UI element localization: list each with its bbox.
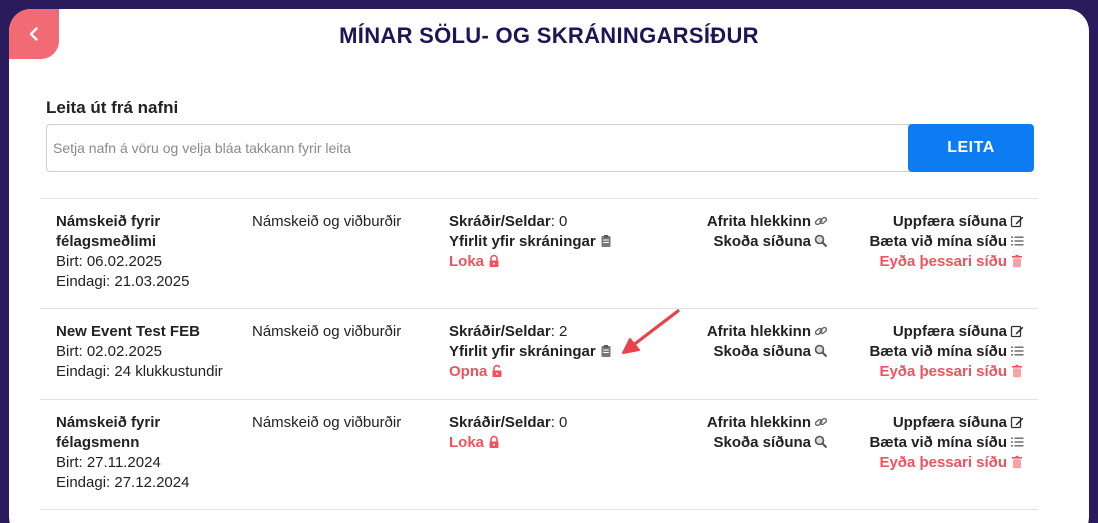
update-page-button[interactable]: Uppfæra síðuna — [824, 212, 1024, 232]
search-button[interactable]: LEITA — [908, 124, 1034, 172]
update-page-button[interactable]: Uppfæra síðuna — [824, 413, 1024, 433]
close-link[interactable]: Loka — [449, 252, 613, 272]
item-category: Námskeið og viðburðir — [252, 414, 402, 431]
delete-page-button[interactable]: Eyða þessari síðu — [824, 453, 1024, 473]
view-page-button[interactable]: Skoða síðuna — [600, 342, 828, 362]
update-page-button[interactable]: Uppfæra síðuna — [824, 322, 1024, 342]
overview-link[interactable]: Yfirlit yfir skráningar — [449, 232, 613, 252]
item-deadline: Eindagi: 24 klukkustundir — [56, 363, 223, 380]
search-input[interactable] — [46, 124, 910, 172]
lock-closed-icon — [489, 254, 499, 267]
item-published: Birt: 02.02.2025 — [56, 343, 162, 360]
item-links: Afrita hlekkinn Skoða síðuna — [600, 413, 828, 453]
item-info: Námskeið fyrir félagsmenn Birt: 27.11.20… — [56, 413, 236, 493]
edit-icon — [1010, 325, 1024, 338]
item-stats: Skráðir/Seldar: 0 Yfirlit yfir skráninga… — [449, 212, 613, 272]
registered-value: : 0 — [550, 213, 568, 230]
item-published: Birt: 06.02.2025 — [56, 253, 162, 270]
item-info: Námskeið fyrir félagsmeðlimi Birt: 06.02… — [56, 212, 236, 292]
edit-icon — [1010, 215, 1024, 228]
copy-link-button[interactable]: Afrita hlekkinn — [600, 413, 828, 433]
item-deadline: Eindagi: 27.12.2024 — [56, 474, 190, 491]
overview-link[interactable]: Yfirlit yfir skráningar — [449, 342, 613, 362]
registered-label: Skráðir/Seldar — [449, 414, 551, 431]
edit-icon — [1010, 416, 1024, 429]
item-links: Afrita hlekkinn Skoða síðuna — [600, 212, 828, 252]
trash-icon — [1012, 364, 1022, 378]
list-item: New Event Test FEB Birt: 02.02.2025 Eind… — [40, 308, 1038, 399]
list-icon — [1011, 346, 1024, 356]
list-icon — [1011, 437, 1024, 447]
item-links: Afrita hlekkinn Skoða síðuna — [600, 322, 828, 362]
item-category: Námskeið og viðburðir — [252, 213, 402, 230]
item-actions: Uppfæra síðuna Bæta við mína síðu Eyða þ… — [824, 322, 1024, 382]
item-name: Námskeið fyrir félagsmeðlimi — [56, 213, 161, 250]
lock-closed-icon — [489, 435, 499, 448]
page-title: MÍNAR SÖLU- OG SKRÁNINGARSÍÐUR — [339, 23, 759, 48]
list-item: Námskeið fyrir félagsmeðlimi Birt: 06.02… — [40, 198, 1038, 308]
item-info: New Event Test FEB Birt: 02.02.2025 Eind… — [56, 322, 236, 382]
item-actions: Uppfæra síðuna Bæta við mína síðu Eyða þ… — [824, 413, 1024, 473]
list-icon — [1011, 236, 1024, 246]
item-name: New Event Test FEB — [56, 323, 200, 340]
view-page-button[interactable]: Skoða síðuna — [600, 232, 828, 252]
copy-link-button[interactable]: Afrita hlekkinn — [600, 322, 828, 342]
item-deadline: Eindagi: 21.03.2025 — [56, 273, 190, 290]
add-to-my-page-button[interactable]: Bæta við mína síðu — [824, 433, 1024, 453]
item-published: Birt: 27.11.2024 — [56, 454, 161, 471]
item-stats: Skráðir/Seldar: 0 Loka — [449, 413, 567, 453]
delete-page-button[interactable]: Eyða þessari síðu — [824, 252, 1024, 272]
add-to-my-page-button[interactable]: Bæta við mína síðu — [824, 342, 1024, 362]
item-actions: Uppfæra síðuna Bæta við mína síðu Eyða þ… — [824, 212, 1024, 272]
list-item: Námskeið fyrir félagsmenn Birt: 27.11.20… — [40, 399, 1038, 510]
trash-icon — [1012, 254, 1022, 268]
search-label: Leita út frá nafni — [46, 98, 179, 117]
lock-open-icon — [492, 364, 502, 377]
trash-icon — [1012, 455, 1022, 469]
registered-label: Skráðir/Seldar — [449, 323, 551, 340]
registered-value: : 0 — [550, 414, 568, 431]
pages-list: Námskeið fyrir félagsmeðlimi Birt: 06.02… — [40, 198, 1038, 510]
registered-label: Skráðir/Seldar — [449, 213, 551, 230]
item-name: Námskeið fyrir félagsmenn — [56, 414, 161, 451]
view-page-button[interactable]: Skoða síðuna — [600, 433, 828, 453]
delete-page-button[interactable]: Eyða þessari síðu — [824, 362, 1024, 382]
registered-value: : 2 — [550, 323, 568, 340]
open-link[interactable]: Opna — [449, 362, 613, 382]
add-to-my-page-button[interactable]: Bæta við mína síðu — [824, 232, 1024, 252]
close-link[interactable]: Loka — [449, 433, 567, 453]
item-stats: Skráðir/Seldar: 2 Yfirlit yfir skráninga… — [449, 322, 613, 382]
copy-link-button[interactable]: Afrita hlekkinn — [600, 212, 828, 232]
item-category: Námskeið og viðburðir — [252, 323, 402, 340]
